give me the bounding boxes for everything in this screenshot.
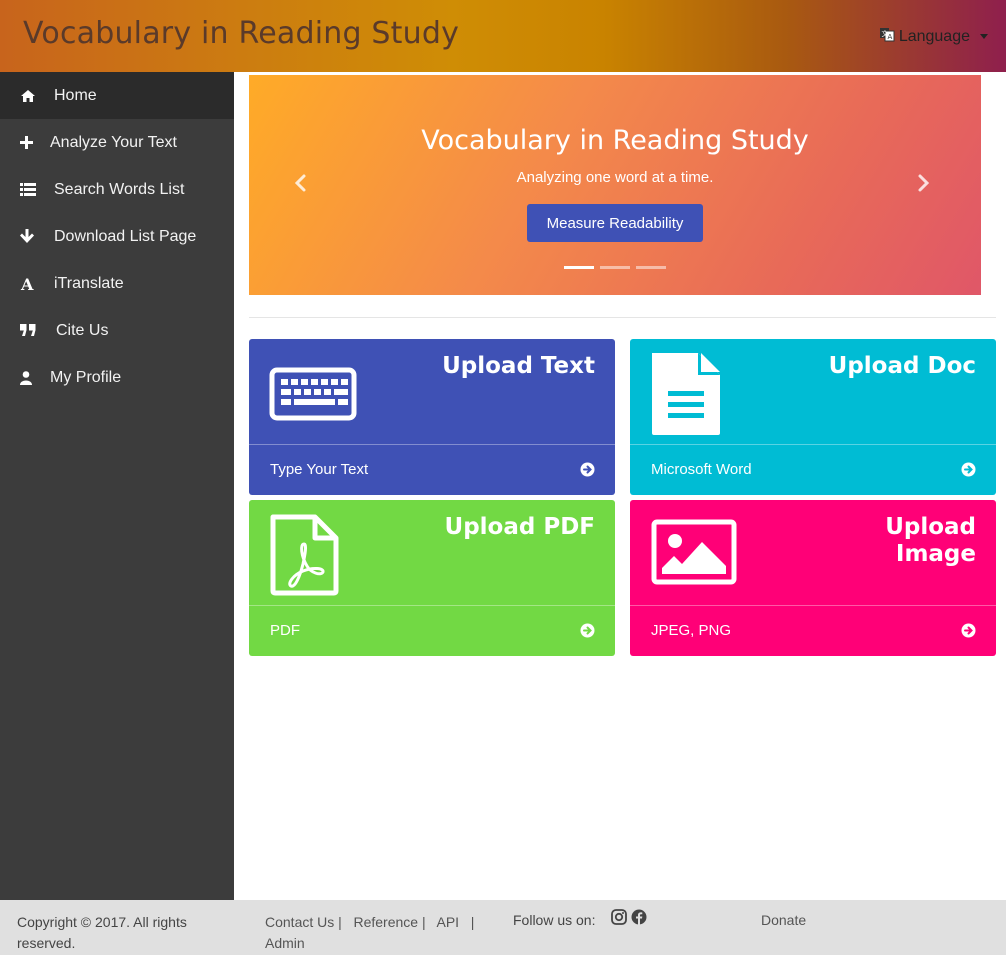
sidebar-item-search-words[interactable]: Search Words List xyxy=(0,166,234,213)
link-separator: | xyxy=(470,914,475,930)
language-label: Language xyxy=(898,27,970,45)
sidebar-item-label: Home xyxy=(54,86,97,104)
sidebar-item-home[interactable]: Home xyxy=(0,72,234,119)
sidebar-item-label: iTranslate xyxy=(54,274,124,292)
sidebar-item-label: Download List Page xyxy=(54,227,197,245)
sidebar-item-label: Search Words List xyxy=(54,180,185,198)
sidebar-item-label: Cite Us xyxy=(56,321,109,339)
card-title: Upload Text xyxy=(442,353,595,379)
api-link[interactable]: API xyxy=(436,914,459,930)
quote-icon xyxy=(20,324,56,337)
keyboard-icon xyxy=(269,353,359,428)
measure-readability-button[interactable]: Measure Readability xyxy=(527,204,703,242)
pdf-icon xyxy=(269,514,341,601)
social-links xyxy=(611,909,647,928)
app-title: Vocabulary in Reading Study xyxy=(23,16,460,51)
sidebar: Home Analyze Your Text Search Words List… xyxy=(0,72,234,900)
carousel-indicator-3[interactable] xyxy=(636,266,666,269)
hero-carousel: Vocabulary in Reading Study Analyzing on… xyxy=(249,75,981,295)
upload-doc-card[interactable]: Upload Doc Microsoft Word xyxy=(630,339,996,495)
upload-pdf-card[interactable]: Upload PDF PDF xyxy=(249,500,615,656)
donate-link[interactable]: Donate xyxy=(761,912,806,928)
card-footer-label: Microsoft Word xyxy=(651,461,752,478)
follow-label: Follow us on: xyxy=(513,912,596,928)
card-footer-label: JPEG, PNG xyxy=(651,622,732,639)
sidebar-item-analyze[interactable]: Analyze Your Text xyxy=(0,119,234,166)
arrow-circle-right-icon[interactable] xyxy=(961,623,976,643)
home-icon xyxy=(20,89,54,103)
svg-text:A: A xyxy=(887,33,892,41)
sidebar-item-cite[interactable]: Cite Us xyxy=(0,307,234,354)
sidebar-item-itranslate[interactable]: A iTranslate xyxy=(0,260,234,307)
upload-text-card[interactable]: Upload Text Type Your Text xyxy=(249,339,615,495)
carousel-subtitle: Analyzing one word at a time. xyxy=(516,169,714,186)
upload-image-card[interactable]: Upload Image JPEG, PNG xyxy=(630,500,996,656)
chevron-down-icon xyxy=(980,34,988,39)
card-divider xyxy=(249,605,615,606)
carousel-prev-button[interactable] xyxy=(289,171,313,195)
document-icon xyxy=(650,353,722,440)
carousel-indicator-2[interactable] xyxy=(600,266,630,269)
language-dropdown[interactable]: 文 A Language xyxy=(879,26,988,47)
svg-text:A: A xyxy=(20,276,34,292)
section-divider xyxy=(249,317,996,318)
sidebar-item-label: My Profile xyxy=(50,368,122,386)
card-divider xyxy=(630,605,996,606)
plus-icon xyxy=(20,136,50,149)
sidebar-item-profile[interactable]: My Profile xyxy=(0,354,234,401)
admin-link[interactable]: Admin xyxy=(265,935,305,951)
card-divider xyxy=(630,444,996,445)
chevron-left-icon xyxy=(294,174,306,192)
user-icon xyxy=(20,370,50,385)
carousel-title: Vocabulary in Reading Study xyxy=(421,125,809,156)
chevron-right-icon xyxy=(918,174,930,192)
card-divider xyxy=(249,444,615,445)
top-header: Vocabulary in Reading Study 文 A Language xyxy=(0,0,1006,72)
card-footer-label: Type Your Text xyxy=(270,461,369,478)
arrow-down-icon xyxy=(20,229,54,244)
translate-icon: 文 A xyxy=(879,26,895,47)
arrow-circle-right-icon[interactable] xyxy=(961,462,976,482)
arrow-circle-right-icon[interactable] xyxy=(580,462,595,482)
sidebar-item-label: Analyze Your Text xyxy=(50,133,177,151)
carousel-indicator-1[interactable] xyxy=(564,266,594,269)
instagram-icon[interactable] xyxy=(611,909,627,928)
facebook-icon[interactable] xyxy=(631,909,647,928)
main-content: Vocabulary in Reading Study Analyzing on… xyxy=(234,72,1006,900)
page-footer: Copyright © 2017. All rights reserved. C… xyxy=(0,900,1006,955)
footer-links: Contact Us | Reference | API | Admin xyxy=(265,912,495,954)
card-title: Upload PDF xyxy=(444,514,595,540)
reference-link[interactable]: Reference xyxy=(353,914,418,930)
sidebar-item-download[interactable]: Download List Page xyxy=(0,213,234,260)
link-separator: | xyxy=(338,914,342,930)
card-title: Upload Image xyxy=(885,514,976,567)
carousel-next-button[interactable] xyxy=(911,171,935,195)
list-icon xyxy=(20,183,54,196)
copyright-text: Copyright © 2017. All rights reserved. xyxy=(17,914,187,951)
font-icon: A xyxy=(20,276,54,292)
image-icon xyxy=(650,514,740,593)
contact-link[interactable]: Contact Us xyxy=(265,914,334,930)
card-footer-label: PDF xyxy=(270,622,300,639)
card-title: Upload Doc xyxy=(828,353,976,379)
link-separator: | xyxy=(421,914,426,930)
arrow-circle-right-icon[interactable] xyxy=(580,623,595,643)
